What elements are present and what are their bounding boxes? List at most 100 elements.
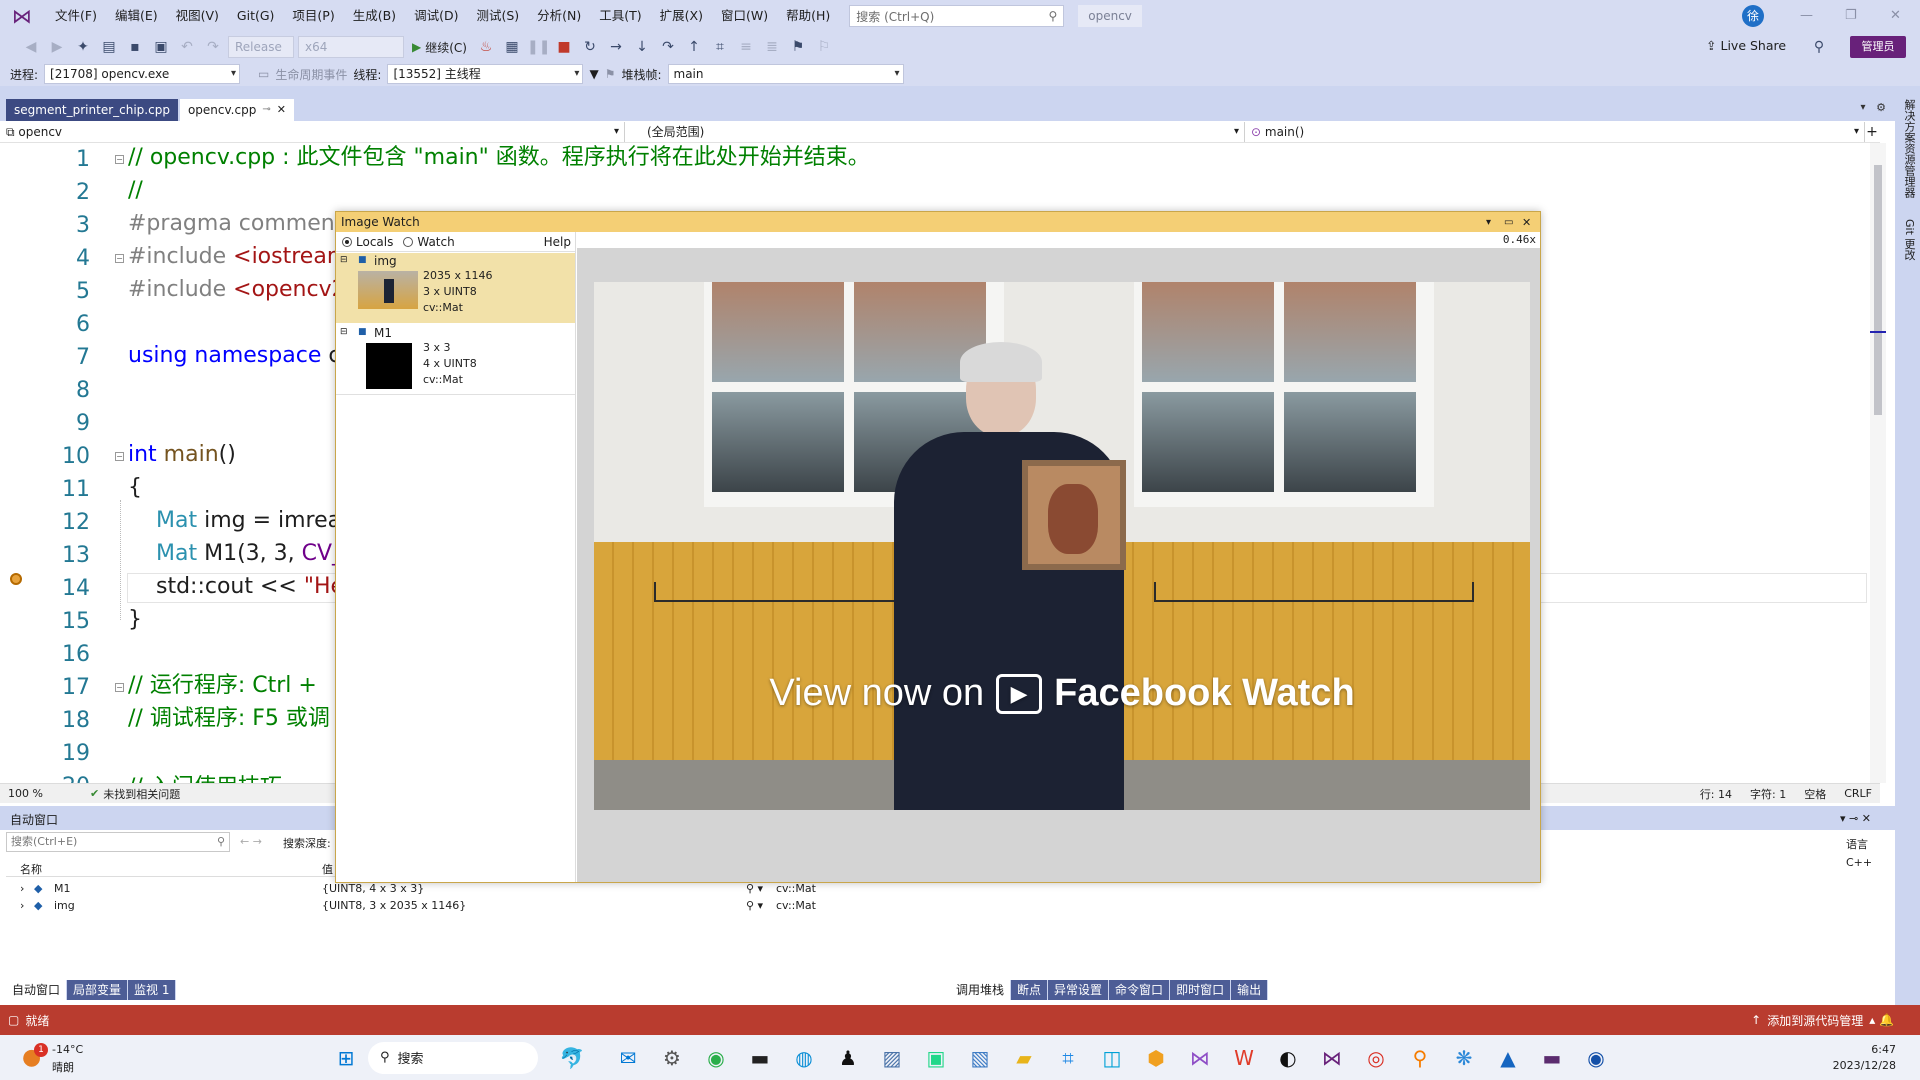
open-file-icon[interactable]: ▤ — [98, 36, 120, 58]
tab-watch-1[interactable]: 监视 1 — [128, 980, 176, 1000]
code-line-13[interactable]: Mat M1(3, 3, CV_ — [156, 539, 343, 569]
blue-app-icon[interactable]: ◉ — [1578, 1040, 1614, 1076]
settings-gear-icon[interactable]: ⚙ — [1873, 97, 1889, 119]
start-button[interactable]: ⊞ — [328, 1040, 364, 1076]
menu-git[interactable]: Git(G) — [228, 0, 284, 32]
pause-icon[interactable]: ❚❚ — [527, 36, 550, 58]
lifecycle-events-label[interactable]: 生命周期事件 — [275, 66, 347, 83]
step-over-icon[interactable]: ↷ — [657, 36, 679, 58]
taskbar-search[interactable]: ⚲ 搜索 — [368, 1041, 538, 1074]
nav-back-forward-icon[interactable]: ← → — [240, 835, 262, 848]
menu-test[interactable]: 测试(S) — [467, 0, 528, 32]
settings-icon[interactable]: ⚙ — [654, 1040, 690, 1076]
solution-explorer-tab[interactable]: 解决方案资源管理器 — [1901, 99, 1917, 198]
code-line-1[interactable]: // opencv.cpp : 此文件包含 "main" 函数。程序执行将在此处… — [128, 143, 870, 173]
code-line-17[interactable]: // 运行程序: Ctrl + — [128, 671, 317, 701]
tab-call-stack[interactable]: 调用堆栈 — [950, 980, 1011, 1000]
continue-button[interactable]: ▶ 继续(C) — [408, 39, 471, 56]
image-watch-titlebar[interactable]: Image Watch ▾ ▭ ✕ — [336, 212, 1540, 232]
indent-indicator[interactable]: 空格 — [1804, 786, 1826, 802]
pin-icon[interactable]: ⊸ — [262, 99, 270, 121]
breakpoint-arrow-icon[interactable] — [10, 573, 22, 585]
editor-vertical-scrollbar[interactable] — [1870, 143, 1886, 783]
save-all-icon[interactable]: ▣ — [150, 36, 172, 58]
autos-search-input[interactable]: 搜索(Ctrl+E) ⚲ — [6, 832, 230, 852]
code-line-11[interactable]: { — [128, 473, 142, 503]
tab-list-icon[interactable]: ▾ — [1855, 97, 1871, 119]
mail-icon[interactable]: ✉ — [610, 1040, 646, 1076]
forward-icon[interactable]: ▶ — [46, 36, 68, 58]
menu-extensions[interactable]: 扩展(X) — [651, 0, 712, 32]
platform-combo[interactable]: x64 — [298, 36, 404, 58]
eol-indicator[interactable]: CRLF — [1844, 787, 1872, 800]
clock[interactable]: 6:47 2023/12/28 — [1833, 1042, 1896, 1074]
tab-command-window[interactable]: 命令窗口 — [1109, 980, 1170, 1000]
menu-project[interactable]: 项目(P) — [283, 0, 343, 32]
image-watch-window[interactable]: Image Watch ▾ ▭ ✕ Locals Watch Help ⊟ ■ … — [335, 211, 1541, 883]
process-combo[interactable]: [21708] opencv.exe — [44, 64, 241, 84]
git-changes-tab[interactable]: Git 更改 — [1901, 219, 1917, 260]
hot-reload-icon[interactable]: ♨ — [475, 36, 497, 58]
weather-widget[interactable]: ● 1 -14°C 晴朗 — [0, 1035, 120, 1080]
scrollbar-thumb[interactable] — [1874, 165, 1882, 415]
network-tool-icon[interactable]: ⌗ — [1050, 1040, 1086, 1076]
tab-autos[interactable]: 自动窗口 — [6, 980, 67, 1000]
redo-icon[interactable]: ↷ — [202, 36, 224, 58]
locals-radio[interactable] — [342, 236, 352, 247]
qq-icon[interactable]: ♟ — [830, 1040, 866, 1076]
hex-display-icon[interactable]: ⌗ — [709, 36, 731, 58]
terminal-icon[interactable]: ▬ — [742, 1040, 778, 1076]
tab-opencv[interactable]: opencv.cpp ⊸ ✕ — [179, 99, 294, 121]
fold-toggle-icon[interactable]: − — [115, 683, 124, 692]
wps-icon[interactable]: W — [1226, 1040, 1262, 1076]
account-avatar[interactable]: 徐 — [1742, 5, 1764, 27]
expand-icon[interactable]: › — [20, 882, 24, 895]
menu-window[interactable]: 窗口(W) — [712, 0, 777, 32]
menu-debug[interactable]: 调试(D) — [405, 0, 467, 32]
visual-studio-icon[interactable]: ⋈ — [1182, 1040, 1218, 1076]
expand-icon[interactable]: › — [20, 899, 24, 912]
dolphin-widget-icon[interactable]: 🐬 — [542, 1040, 602, 1076]
close-icon[interactable]: ✕ — [1522, 216, 1540, 229]
visual-studio-active-icon[interactable]: ⋈ — [1314, 1040, 1350, 1076]
help-link[interactable]: Help — [544, 235, 571, 249]
member-combo[interactable]: ⊙ main() — [1245, 121, 1865, 142]
code-line-12[interactable]: Mat img = imrea — [156, 506, 341, 536]
code-line-18[interactable]: // 调试程序: F5 或调 — [128, 704, 330, 734]
menu-file[interactable]: 文件(F) — [46, 0, 106, 32]
code-line-3[interactable]: #pragma comment — [128, 209, 343, 239]
attach-icon[interactable]: ▦ — [501, 36, 523, 58]
restart-icon[interactable]: ↻ — [579, 36, 601, 58]
new-project-icon[interactable]: ✦ — [72, 36, 94, 58]
menu-view[interactable]: 视图(V) — [167, 0, 228, 32]
prev-bookmark-icon[interactable]: ⚐ — [813, 36, 835, 58]
notifications-bell-icon[interactable]: ▴ 🔔 — [1869, 1013, 1894, 1027]
source-control-button[interactable]: 添加到源代码管理 — [1767, 1012, 1863, 1029]
flag-thread-icon[interactable]: ⚑ — [605, 67, 616, 81]
project-combo[interactable]: ⧉ opencv — [0, 121, 625, 142]
wechat-icon[interactable]: ◉ — [698, 1040, 734, 1076]
close-tab-icon[interactable]: ✕ — [277, 99, 286, 121]
stop-icon[interactable]: ■ — [553, 36, 575, 58]
scope-combo[interactable]: (全局范围) — [625, 121, 1245, 142]
code-line-2[interactable]: // — [128, 176, 143, 206]
col-language-header[interactable]: 语言 — [1846, 836, 1868, 852]
watch-label[interactable]: Watch — [417, 235, 454, 249]
global-search-input[interactable]: 搜索 (Ctrl+Q) ⚲ — [849, 5, 1065, 27]
code-line-20[interactable]: // 入门使用技巧 — [128, 773, 282, 783]
autodesk-icon[interactable]: ▲ — [1490, 1040, 1526, 1076]
iw-item-m1[interactable]: ⊟ ■ M1 3 x 3 4 x UINT8 cv::Mat — [336, 325, 575, 395]
step-out-icon[interactable]: ↑ — [683, 36, 705, 58]
col-value-header[interactable]: 值 — [322, 861, 333, 877]
code-line-5[interactable]: #include <opencv2 — [128, 275, 346, 305]
menu-help[interactable]: 帮助(H) — [777, 0, 839, 32]
menu-build[interactable]: 生成(B) — [344, 0, 405, 32]
table-row[interactable]: › ◆ img {UINT8, 3 x 2035 x 1146} ⚲ ▾ cv:… — [6, 899, 926, 915]
bookmark-icon[interactable]: ⚑ — [787, 36, 809, 58]
locals-label[interactable]: Locals — [356, 235, 393, 249]
collapse-icon[interactable]: ⊟ — [340, 327, 348, 337]
feedback-icon[interactable]: ⚲ — [1808, 36, 1830, 58]
search-everything-icon[interactable]: ⚲ — [1402, 1040, 1438, 1076]
table-row[interactable]: › ◆ M1 {UINT8, 4 x 3 x 3} ⚲ ▾ cv::Mat — [6, 882, 926, 898]
uncomment-icon[interactable]: ≣ — [761, 36, 783, 58]
